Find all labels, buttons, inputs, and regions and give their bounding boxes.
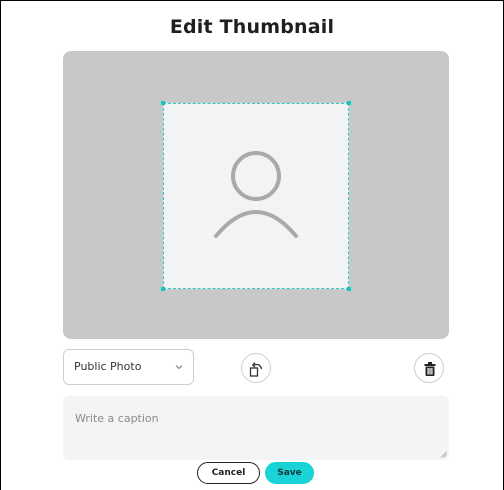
privacy-select[interactable]: Public Photo: [63, 349, 194, 385]
caption-input[interactable]: [63, 396, 449, 460]
rotate-icon: [249, 362, 263, 377]
chevron-down-icon: [175, 365, 183, 370]
rotate-button[interactable]: [241, 353, 271, 383]
crop-handle-top-left[interactable]: [161, 101, 165, 105]
user-avatar-icon: [214, 151, 298, 238]
crop-handle-bottom-left[interactable]: [161, 287, 165, 291]
crop-box[interactable]: [161, 101, 351, 291]
delete-button[interactable]: [414, 353, 444, 383]
crop-handle-bottom-right[interactable]: [347, 287, 351, 291]
crop-handle-top-right[interactable]: [347, 101, 351, 105]
trash-icon: [424, 362, 436, 376]
dialog-title: Edit Thumbnail: [169, 16, 335, 38]
privacy-select-value: Public Photo: [74, 360, 142, 373]
cancel-button[interactable]: Cancel: [197, 462, 260, 484]
resize-grip-icon[interactable]: [440, 451, 447, 458]
save-button[interactable]: Save: [265, 462, 314, 484]
